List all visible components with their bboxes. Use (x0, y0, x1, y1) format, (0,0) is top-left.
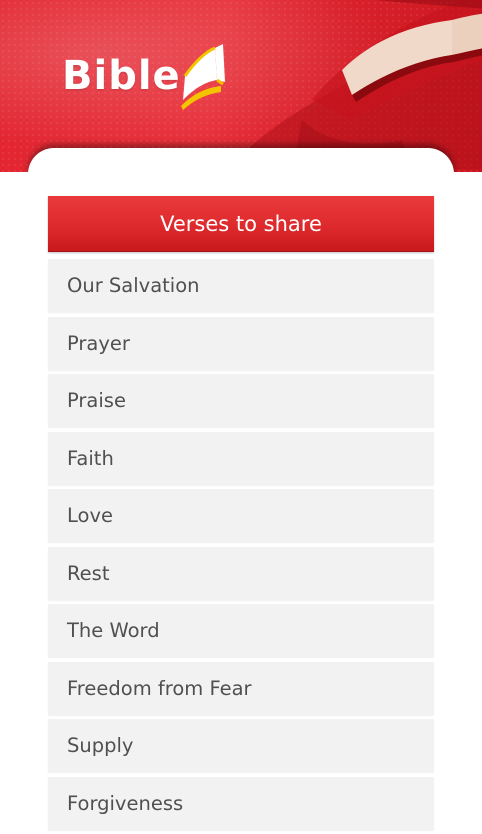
topics-list: Our Salvation Prayer Praise Faith Love R… (48, 259, 434, 834)
list-item[interactable]: The Word (48, 604, 434, 657)
list-item[interactable]: Praise (48, 374, 434, 427)
list-item-label: The Word (67, 619, 160, 642)
list-item[interactable]: Prayer (48, 316, 434, 370)
list-item-label: Supply (67, 734, 134, 757)
list-item-label: Faith (67, 446, 114, 470)
main-content: Verses to share Our Salvation Prayer Pra… (0, 172, 482, 830)
list-item-label: Prayer (67, 331, 130, 355)
list-item[interactable]: Forgiveness (48, 776, 434, 830)
list-item[interactable]: Our Salvation (48, 259, 434, 312)
list-item-label: Freedom from Fear (67, 676, 252, 700)
list-item-label: Rest (67, 561, 110, 585)
list-item-label: Forgiveness (67, 791, 184, 815)
open-bible-photo (232, 0, 482, 170)
bible-logo: Bible (62, 40, 227, 112)
list-item[interactable]: Love (48, 489, 434, 542)
list-item-label: Love (67, 504, 113, 527)
section-header: Verses to share (48, 196, 434, 252)
app-header: Bible (0, 0, 482, 175)
list-item[interactable]: Freedom from Fear (48, 661, 434, 715)
list-item[interactable]: Supply (48, 719, 434, 772)
section-title: Verses to share (160, 211, 322, 236)
list-item-label: Praise (67, 389, 126, 412)
logo-text: Bible (62, 53, 181, 99)
open-book-icon (180, 44, 225, 110)
list-item-label: Our Salvation (67, 274, 200, 297)
list-item[interactable]: Faith (48, 431, 434, 485)
list-item[interactable]: Rest (48, 546, 434, 600)
content-card-top (28, 148, 454, 175)
